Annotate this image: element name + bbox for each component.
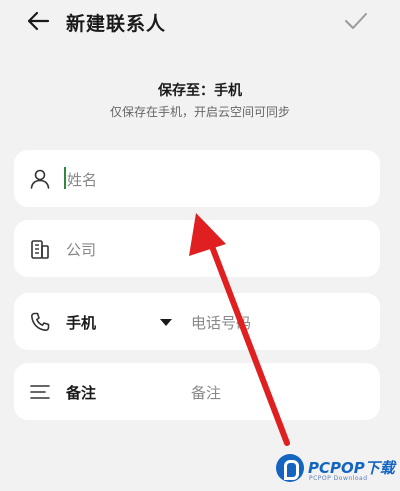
save-hint: 仅保存在手机，开启云空间可同步 [109, 105, 290, 119]
company-input[interactable]: 公司 [66, 239, 96, 260]
watermark-logo: PCPOP下载 PCPOP Download [276, 452, 400, 486]
menu-lines-icon [30, 385, 50, 399]
person-icon [30, 169, 50, 189]
phone-number-input[interactable]: 电话号码 [191, 312, 251, 333]
arrow-left-icon[interactable] [26, 8, 52, 34]
note-field-card[interactable]: 备注 备注 [14, 363, 380, 420]
save-location: 保存至：手机 [158, 83, 242, 99]
phone-type-label[interactable]: 手机 [66, 312, 96, 333]
name-field-card[interactable]: 姓名 [14, 150, 380, 207]
note-label: 备注 [66, 384, 97, 402]
phone-field-card[interactable]: 手机 电话号码 [14, 293, 380, 350]
company-field-card[interactable]: 公司 [14, 220, 380, 277]
logo-subtext: PCPOP Download [309, 475, 368, 482]
note-input[interactable]: 备注 [191, 382, 221, 403]
name-input[interactable]: 姓名 [67, 169, 97, 190]
app-header: 新建联系人 [0, 0, 400, 44]
phone-icon [31, 312, 50, 331]
building-icon [31, 240, 49, 259]
logo-mark-icon [276, 454, 304, 482]
check-icon[interactable] [343, 10, 369, 32]
text-cursor [64, 167, 66, 189]
dropdown-arrow-icon[interactable] [160, 319, 172, 326]
page-title: 新建联系人 [66, 13, 167, 35]
